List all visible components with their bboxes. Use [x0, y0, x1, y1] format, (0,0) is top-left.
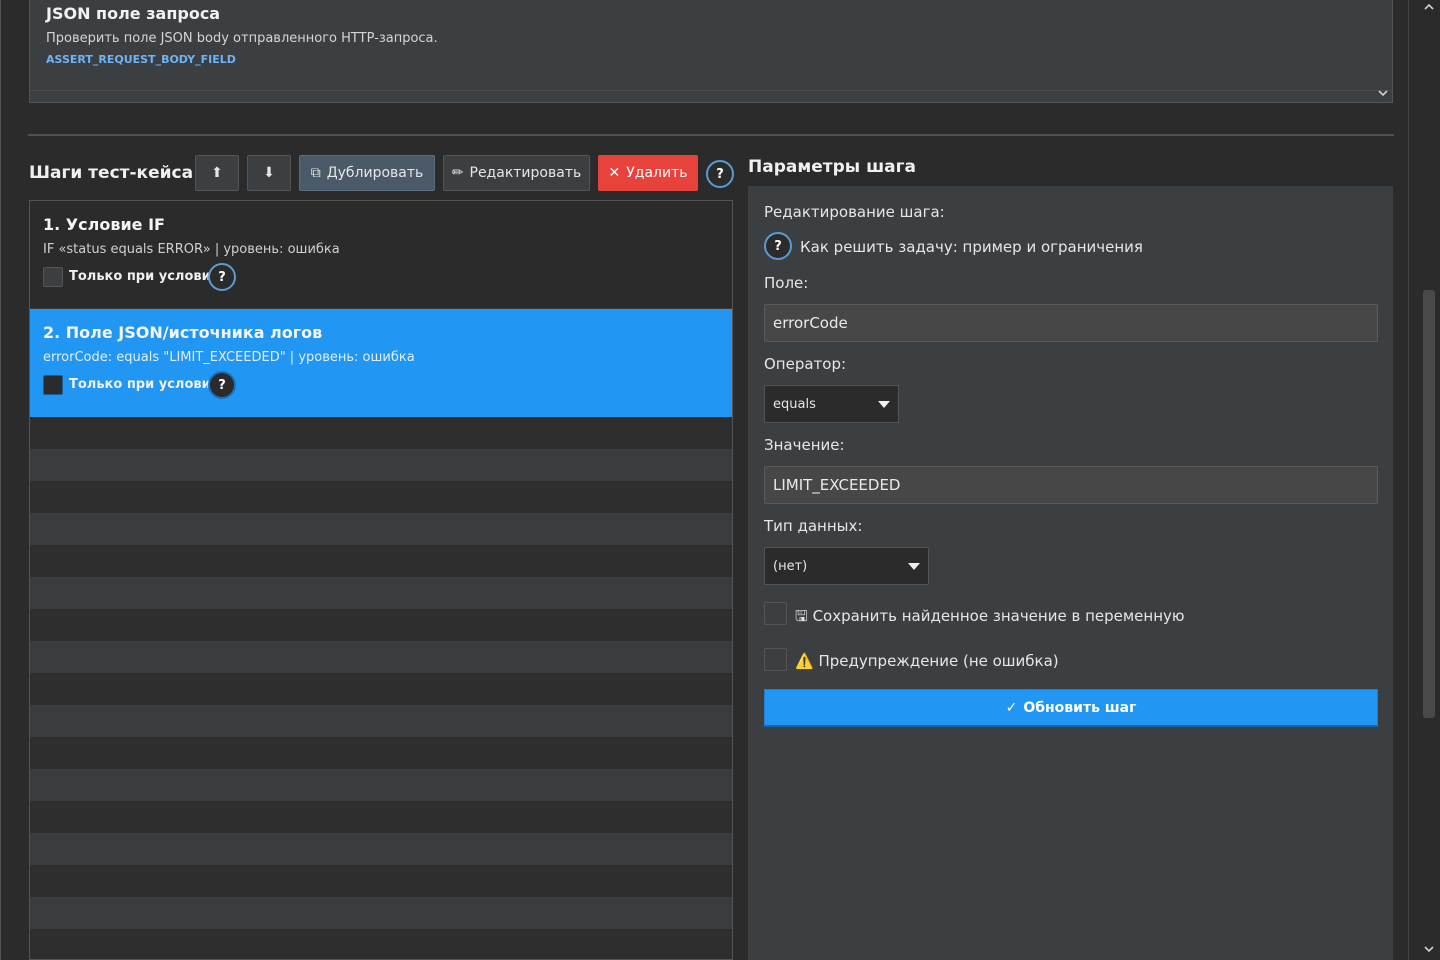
empty-row-stripe	[30, 449, 732, 481]
arrow-up-icon: ⬆	[211, 165, 223, 181]
warning-label[interactable]: ⚠️ Предупреждение (не ошибка)	[795, 652, 1059, 670]
empty-row-stripe	[30, 705, 732, 737]
scroll-up-icon[interactable]	[1420, 2, 1438, 16]
step-title: 1. Условие IF	[43, 215, 165, 234]
dropdown-caret-icon	[878, 400, 890, 408]
step-item-selected[interactable]: 2. Поле JSON/источника логов errorCode: …	[30, 309, 732, 417]
edit-button[interactable]: ✏ Редактировать	[443, 155, 590, 191]
steps-heading: Шаги тест-кейса	[29, 163, 194, 183]
empty-row-stripe	[30, 897, 732, 929]
step-meta: errorCode: equals "LIMIT_EXCEEDED" | уро…	[43, 350, 415, 365]
operator-value: equals	[773, 396, 816, 412]
template-description: Проверить поле JSON body отправленного H…	[46, 31, 438, 46]
condition-checkbox[interactable]	[43, 267, 63, 287]
empty-row-stripe	[30, 833, 732, 865]
template-card[interactable]: JSON поле запроса Проверить поле JSON bo…	[29, 0, 1393, 103]
field-label: Поле:	[764, 274, 809, 292]
scroll-down-icon[interactable]	[1420, 944, 1438, 958]
warning-icon: ⚠️	[795, 652, 814, 670]
toolbar-help-button[interactable]: ?	[706, 160, 734, 188]
template-divider	[30, 90, 1392, 91]
pencil-icon: ✏	[451, 165, 464, 181]
update-step-button[interactable]: ✓ Обновить шаг	[764, 689, 1378, 727]
condition-checkbox[interactable]	[43, 375, 63, 395]
empty-row-stripe	[30, 641, 732, 673]
update-step-label: Обновить шаг	[1023, 699, 1137, 716]
vertical-scrollbar[interactable]	[1420, 0, 1438, 960]
field-input[interactable]: errorCode	[764, 304, 1378, 342]
task-help-button[interactable]: ?	[764, 232, 792, 260]
chevron-down-icon[interactable]	[1376, 89, 1390, 101]
app-window: JSON поле запроса Проверить поле JSON bo…	[0, 0, 1440, 960]
condition-help-button[interactable]: ?	[208, 263, 236, 291]
copy-icon: ⧉	[310, 165, 321, 181]
condition-label: Только при условии	[69, 377, 220, 392]
save-variable-text: Сохранить найденное значение в переменну…	[812, 607, 1185, 625]
question-icon: ?	[218, 377, 226, 393]
duplicate-button[interactable]: ⧉ Дублировать	[299, 155, 435, 191]
section-separator[interactable]	[28, 134, 1394, 136]
datatype-label: Тип данных:	[764, 517, 863, 535]
close-icon: ✕	[608, 165, 621, 181]
params-heading: Параметры шага	[748, 157, 916, 177]
datatype-value: (нет)	[773, 558, 808, 574]
question-icon: ?	[218, 269, 226, 285]
empty-row-stripe	[30, 577, 732, 609]
value-input-value: LIMIT_EXCEEDED	[773, 476, 901, 494]
scrollbar-thumb[interactable]	[1423, 290, 1435, 718]
arrow-down-icon: ⬇	[263, 165, 275, 181]
step-title: 2. Поле JSON/источника логов	[43, 323, 323, 342]
editing-label: Редактирование шага:	[764, 203, 945, 221]
save-variable-checkbox[interactable]	[764, 602, 787, 625]
dropdown-caret-icon	[908, 562, 920, 570]
condition-label: Только при условии	[69, 269, 220, 284]
question-icon: ?	[716, 166, 724, 182]
template-title: JSON поле запроса	[46, 4, 221, 23]
save-variable-label[interactable]: 🖫 Сохранить найденное значение в перемен…	[795, 606, 1185, 631]
datatype-select[interactable]: (нет)	[764, 547, 929, 585]
task-help-link[interactable]: Как решить задачу: пример и ограничения	[800, 238, 1143, 256]
operator-label: Оператор:	[764, 355, 847, 373]
window-border-left	[0, 0, 1, 960]
checkmark-icon: ✓	[1005, 699, 1018, 716]
warning-text: Предупреждение (не ошибка)	[818, 652, 1059, 670]
question-icon: ?	[774, 238, 782, 254]
delete-label: Удалить	[626, 165, 688, 181]
warning-checkbox[interactable]	[764, 648, 787, 671]
step-item[interactable]: 1. Условие IF IF «status equals ERROR» |…	[30, 201, 732, 309]
delete-button[interactable]: ✕ Удалить	[598, 155, 698, 191]
empty-row-stripe	[30, 513, 732, 545]
condition-help-button[interactable]: ?	[208, 371, 236, 399]
floppy-disk-icon: 🖫	[795, 607, 808, 625]
edit-label: Редактировать	[469, 165, 582, 181]
value-label: Значение:	[764, 436, 845, 454]
empty-row-stripe	[30, 769, 732, 801]
move-up-button[interactable]: ⬆	[195, 155, 239, 191]
move-down-button[interactable]: ⬇	[247, 155, 291, 191]
value-input[interactable]: LIMIT_EXCEEDED	[764, 466, 1378, 504]
template-code: ASSERT_REQUEST_BODY_FIELD	[46, 53, 236, 66]
step-meta: IF «status equals ERROR» | уровень: ошиб…	[43, 242, 340, 257]
params-panel: Редактирование шага: ? Как решить задачу…	[748, 186, 1393, 960]
window-border-right	[1408, 0, 1409, 960]
steps-list[interactable]: 1. Условие IF IF «status equals ERROR» |…	[29, 200, 733, 960]
operator-select[interactable]: equals	[764, 385, 899, 423]
duplicate-label: Дублировать	[326, 165, 424, 181]
field-input-value: errorCode	[773, 314, 848, 332]
